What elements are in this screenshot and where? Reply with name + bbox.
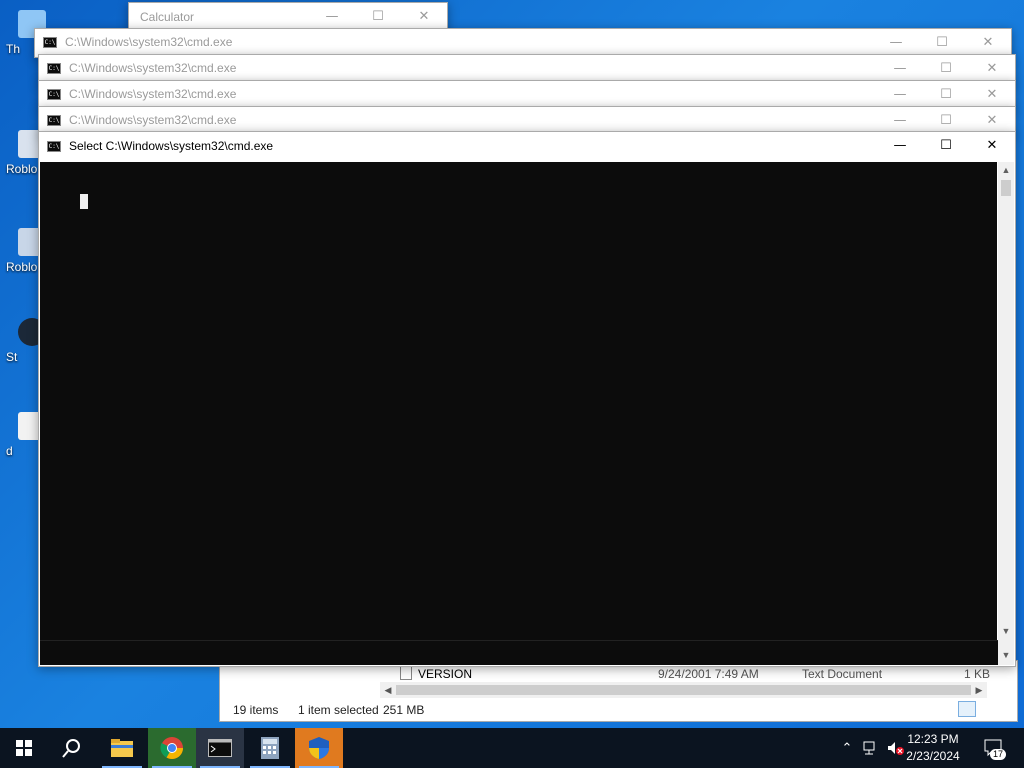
- taskbar-calculator[interactable]: [246, 728, 294, 768]
- maximize-button[interactable]: ☐: [923, 107, 969, 133]
- calculator-icon: [261, 737, 279, 759]
- scroll-left-icon[interactable]: ◀: [380, 682, 396, 698]
- action-center-button[interactable]: 17: [980, 728, 1008, 768]
- taskbar-chrome[interactable]: [148, 728, 196, 768]
- taskbar-file-explorer[interactable]: [98, 728, 146, 768]
- scroll-right-icon[interactable]: ▶: [971, 682, 987, 698]
- cmd-icon: C:\: [47, 114, 61, 126]
- cmd-icon: C:\: [47, 140, 61, 152]
- text-file-icon: [400, 666, 412, 680]
- close-button[interactable]: ✕: [969, 55, 1015, 81]
- cmd-titlebar[interactable]: C:\ C:\Windows\system32\cmd.exe — ☐ ✕: [39, 81, 1015, 107]
- cmd-titlebar[interactable]: C:\ C:\Windows\system32\cmd.exe — ☐ ✕: [39, 55, 1015, 81]
- file-name: VERSION: [418, 667, 473, 681]
- start-button[interactable]: [0, 728, 48, 768]
- text-cursor: [80, 194, 88, 209]
- chrome-icon: [160, 737, 183, 759]
- minimize-button[interactable]: —: [877, 132, 923, 158]
- scroll-up-icon[interactable]: ▲: [998, 162, 1014, 178]
- maximize-button[interactable]: ☐: [923, 132, 969, 158]
- minimize-button[interactable]: —: [877, 55, 923, 81]
- network-icon: [863, 741, 875, 755]
- maximize-button[interactable]: ☐: [919, 29, 965, 55]
- search-icon: [62, 739, 80, 758]
- file-size: 1 KB: [964, 667, 991, 681]
- taskbar: ⌃ 12:23 PM 2/23/2024 17: [0, 728, 1024, 768]
- minimize-button[interactable]: —: [873, 29, 919, 55]
- calculator-title: Calculator: [140, 10, 195, 24]
- clock-time: 12:23 PM: [907, 732, 959, 746]
- item-count: 19 items: [233, 703, 279, 717]
- maximize-button[interactable]: ☐: [355, 3, 401, 29]
- cmd-titlebar-active[interactable]: C:\ Select C:\Windows\system32\cmd.exe —…: [39, 132, 1015, 160]
- close-button[interactable]: ✕: [965, 29, 1011, 55]
- cmd-title: C:\Windows\system32\cmd.exe: [69, 61, 237, 75]
- minimize-button[interactable]: —: [877, 81, 923, 107]
- cmd-title-active: Select C:\Windows\system32\cmd.exe: [69, 139, 274, 153]
- cmd-icon: C:\: [43, 36, 57, 48]
- file-type: Text Document: [802, 667, 883, 681]
- file-explorer-window[interactable]: VERSION 9/24/2001 7:49 AM Text Document …: [219, 660, 1018, 722]
- maximize-button[interactable]: ☐: [923, 81, 969, 107]
- scroll-down-icon[interactable]: ▼: [998, 647, 1014, 663]
- scroll-thumb[interactable]: [1001, 180, 1011, 196]
- scroll-down-icon[interactable]: ▼: [998, 623, 1014, 639]
- cmd-title: C:\Windows\system32\cmd.exe: [69, 113, 237, 127]
- cmd-title: C:\Windows\system32\cmd.exe: [69, 87, 237, 101]
- cmd-titlebar[interactable]: C:\ C:\Windows\system32\cmd.exe — ☐ ✕: [35, 29, 1011, 55]
- windows-logo-icon: [16, 740, 32, 756]
- minimize-button[interactable]: —: [309, 3, 355, 29]
- console-output-area[interactable]: [40, 162, 997, 640]
- taskbar-cmd[interactable]: [196, 728, 244, 768]
- console-bottom-strip: [40, 640, 1014, 665]
- taskbar-security-app[interactable]: [295, 728, 343, 768]
- details-view-icon[interactable]: [958, 701, 976, 717]
- network-tray-button[interactable]: [860, 728, 882, 768]
- folder-icon: [111, 739, 133, 757]
- close-button[interactable]: ✕: [969, 107, 1015, 133]
- chevron-up-icon: ⌃: [841, 740, 853, 755]
- shield-icon: [309, 737, 329, 759]
- close-button[interactable]: ✕: [401, 3, 447, 29]
- horizontal-scrollbar[interactable]: ◀ ▶: [380, 682, 987, 698]
- cmd-icon: [208, 739, 232, 757]
- status-bar: 19 items 1 item selected 251 MB: [220, 697, 1017, 721]
- calculator-titlebar[interactable]: Calculator — ☐ ✕: [129, 3, 447, 31]
- cmd-window-active[interactable]: C:\ Select C:\Windows\system32\cmd.exe —…: [38, 131, 1016, 667]
- minimize-button[interactable]: —: [877, 107, 923, 133]
- cmd-icon: C:\: [47, 62, 61, 74]
- vertical-scrollbar[interactable]: ▲ ▼ ▼: [998, 162, 1014, 665]
- selection-size: 251 MB: [383, 703, 425, 717]
- large-icons-view-icon[interactable]: [980, 701, 998, 717]
- cmd-titlebar[interactable]: C:\ C:\Windows\system32\cmd.exe — ☐ ✕: [39, 107, 1015, 133]
- selection-status: 1 item selected: [298, 703, 379, 717]
- close-button[interactable]: ✕: [969, 132, 1015, 158]
- cmd-title: C:\Windows\system32\cmd.exe: [65, 35, 233, 49]
- notification-badge: 17: [989, 749, 1006, 760]
- file-date: 9/24/2001 7:49 AM: [658, 667, 759, 681]
- cmd-icon: C:\: [47, 88, 61, 100]
- clock-date: 2/23/2024: [906, 749, 960, 763]
- show-hidden-icons-button[interactable]: ⌃: [836, 728, 858, 768]
- close-button[interactable]: ✕: [969, 81, 1015, 107]
- scroll-thumb[interactable]: [396, 685, 971, 695]
- maximize-button[interactable]: ☐: [923, 55, 969, 81]
- search-button[interactable]: [48, 728, 96, 768]
- taskbar-clock[interactable]: 12:23 PM 2/23/2024: [898, 731, 968, 765]
